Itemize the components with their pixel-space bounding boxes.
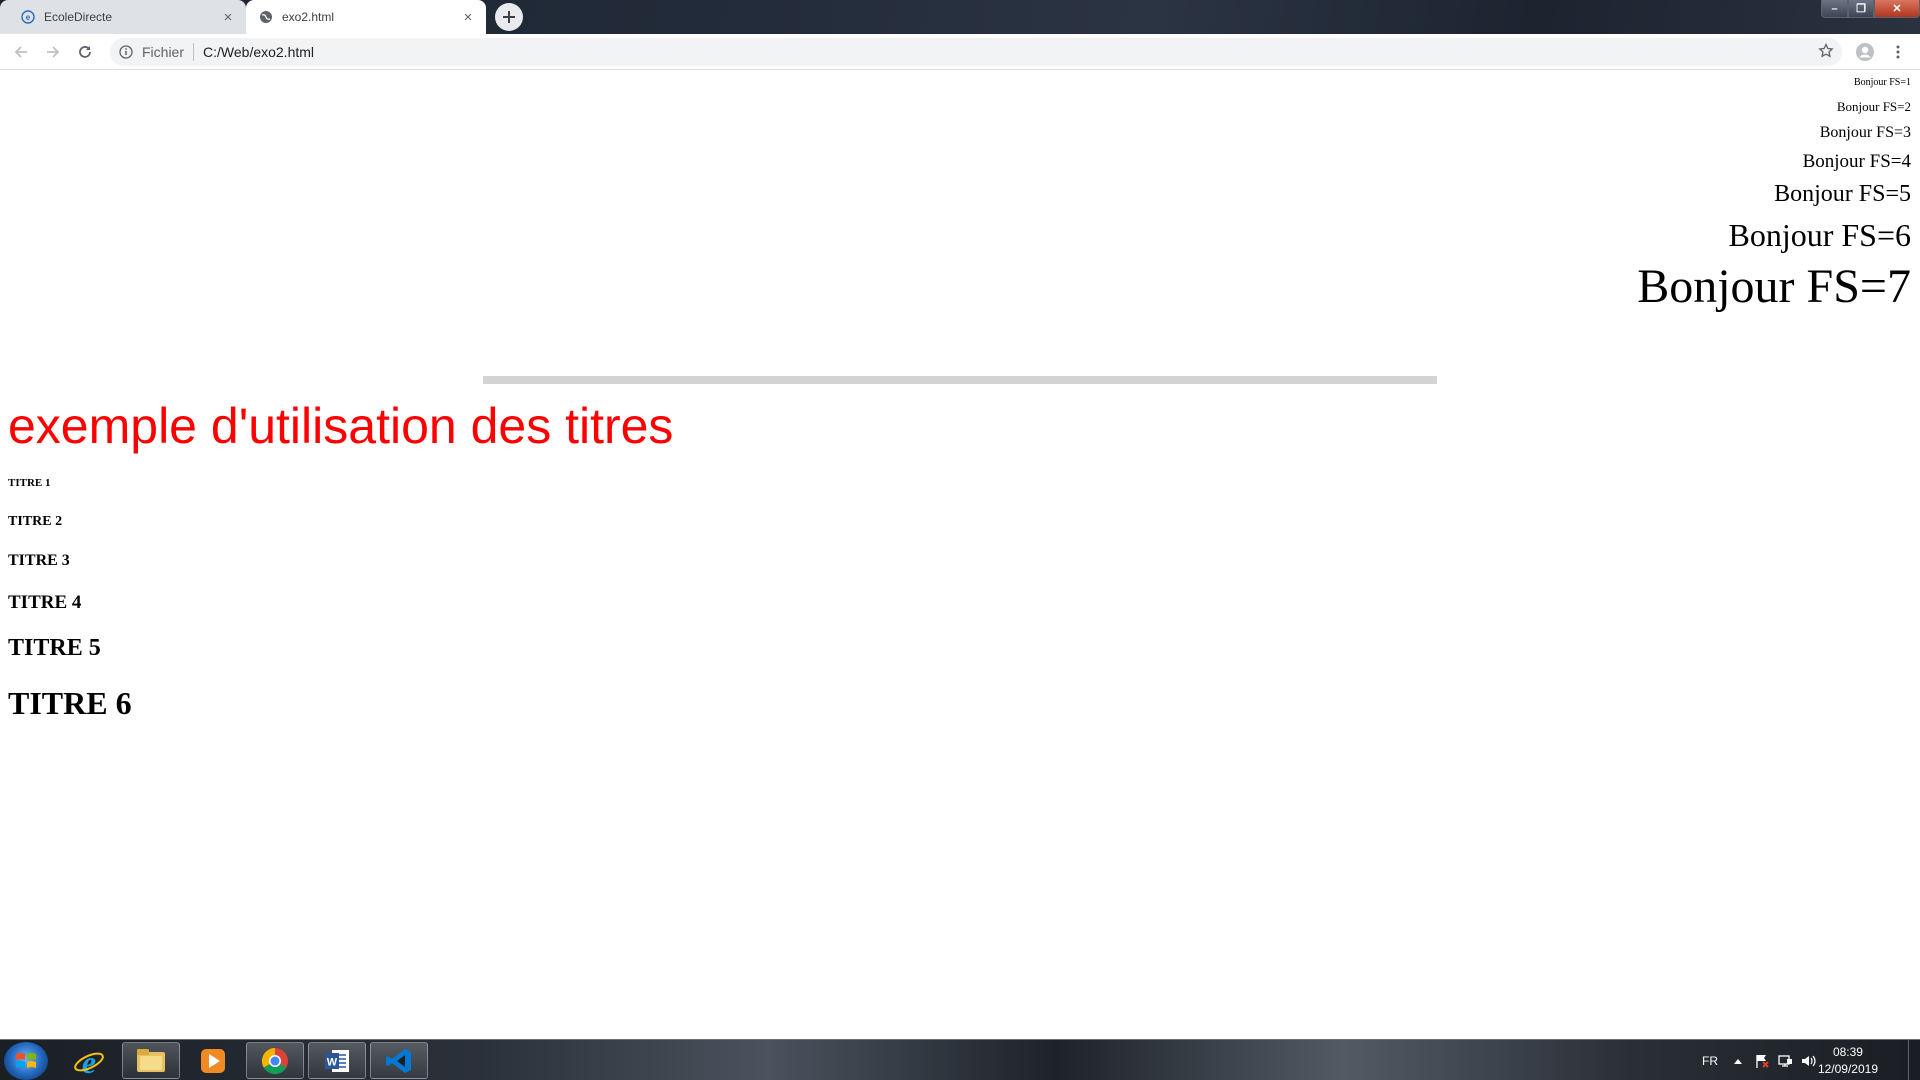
start-button[interactable] [4, 1042, 48, 1080]
menu-button[interactable] [1886, 40, 1910, 64]
back-button[interactable] [9, 40, 33, 64]
browser-toolbar: Fichier C:/Web/exo2.html [0, 34, 1920, 70]
titre-2: TITRE 2 [8, 514, 63, 529]
windows-logo-icon [16, 1053, 36, 1068]
scheme-label: Fichier [142, 44, 185, 60]
taskbar-chrome[interactable] [246, 1042, 304, 1079]
titre-4: TITRE 4 [8, 592, 82, 613]
window-controls: – ❐ ✕ [1821, 0, 1920, 18]
plus-icon [503, 11, 515, 23]
font-size-2-text: Bonjour FS=2 [1836, 99, 1911, 114]
word-icon: W [325, 1049, 349, 1072]
titre-1: TITRE 1 [8, 477, 51, 489]
font-size-4-text: Bonjour FS=4 [1802, 151, 1911, 172]
font-size-7-text: Bonjour FS=7 [1637, 260, 1911, 313]
font-size-1-text: Bonjour FS=1 [1853, 77, 1911, 88]
folder-icon [137, 1048, 165, 1072]
svg-text:e: e [26, 13, 31, 22]
titre-6: TITRE 6 [8, 685, 132, 721]
address-separator [193, 43, 195, 61]
svg-text:e: e [82, 1044, 96, 1078]
vscode-icon [386, 1048, 411, 1073]
language-indicator[interactable]: FR [1702, 1040, 1718, 1080]
taskbar-clock[interactable]: 08:39 12/09/2019 [1818, 1044, 1878, 1078]
titre-3: TITRE 3 [8, 552, 70, 569]
close-window-button[interactable]: ✕ [1874, 0, 1920, 18]
page-content: Bonjour FS=1 Bonjour FS=2 Bonjour FS=3 B… [0, 71, 1920, 1039]
svg-text:W: W [327, 1056, 338, 1068]
tab-exo2[interactable]: exo2.html × [246, 0, 486, 34]
network-icon[interactable] [1777, 1040, 1793, 1080]
globe-icon [258, 9, 274, 25]
font-size-3-text: Bonjour FS=3 [1819, 124, 1911, 141]
tab-title: exo2.html [282, 10, 335, 24]
taskbar-file-explorer[interactable] [122, 1042, 180, 1079]
bookmark-star-icon[interactable] [1818, 42, 1834, 62]
reload-icon [79, 46, 91, 58]
page-heading: exemple d'utilisation des titres [8, 398, 674, 454]
maximize-button[interactable]: ❐ [1848, 0, 1874, 18]
back-arrow-icon [14, 46, 27, 58]
profile-avatar[interactable] [1853, 40, 1877, 64]
horizontal-rule [483, 376, 1437, 384]
tab-title: EcoleDirecte [44, 10, 113, 24]
minimize-button[interactable]: – [1821, 0, 1848, 18]
new-tab-button[interactable] [495, 3, 523, 31]
windows-taskbar: e W FR 08:39 12/09/2019 [0, 1039, 1920, 1080]
clock-date: 12/09/2019 [1817, 1062, 1878, 1076]
forward-arrow-icon [47, 46, 60, 58]
action-center-flag-icon[interactable] [1754, 1040, 1770, 1080]
volume-icon[interactable] [1800, 1040, 1816, 1080]
url-text[interactable]: C:/Web/exo2.html [203, 44, 314, 60]
clock-time: 08:39 [1832, 1045, 1863, 1059]
media-player-icon [201, 1048, 225, 1073]
font-size-6-text: Bonjour FS=6 [1728, 217, 1911, 253]
internet-explorer-icon: e [74, 1044, 104, 1078]
taskbar-vscode[interactable] [370, 1042, 428, 1079]
font-size-5-text: Bonjour FS=5 [1774, 181, 1911, 207]
chrome-icon [261, 1047, 288, 1074]
more-vert-icon [1896, 45, 1900, 59]
taskbar-internet-explorer[interactable]: e [60, 1042, 118, 1079]
taskbar-word[interactable]: W [308, 1042, 366, 1079]
tab-ecoledirecte[interactable]: e EcoleDirecte × [0, 0, 246, 34]
show-desktop-button[interactable] [1908, 1040, 1920, 1080]
taskbar-media-player[interactable] [184, 1042, 242, 1079]
forward-button[interactable] [41, 40, 65, 64]
titre-5: TITRE 5 [8, 635, 101, 661]
profile-icon [1856, 43, 1874, 61]
tab-close-icon[interactable]: × [220, 9, 236, 26]
reload-button[interactable] [73, 40, 97, 64]
tray-overflow-icon[interactable] [1733, 1040, 1743, 1080]
address-bar[interactable]: Fichier C:/Web/exo2.html [110, 38, 1842, 66]
ecoledirecte-icon: e [20, 9, 36, 25]
tab-close-icon[interactable]: × [460, 9, 476, 26]
info-icon[interactable] [118, 44, 134, 60]
browser-titlebar: e EcoleDirecte × exo2.html × – ❐ ✕ [0, 0, 1920, 34]
